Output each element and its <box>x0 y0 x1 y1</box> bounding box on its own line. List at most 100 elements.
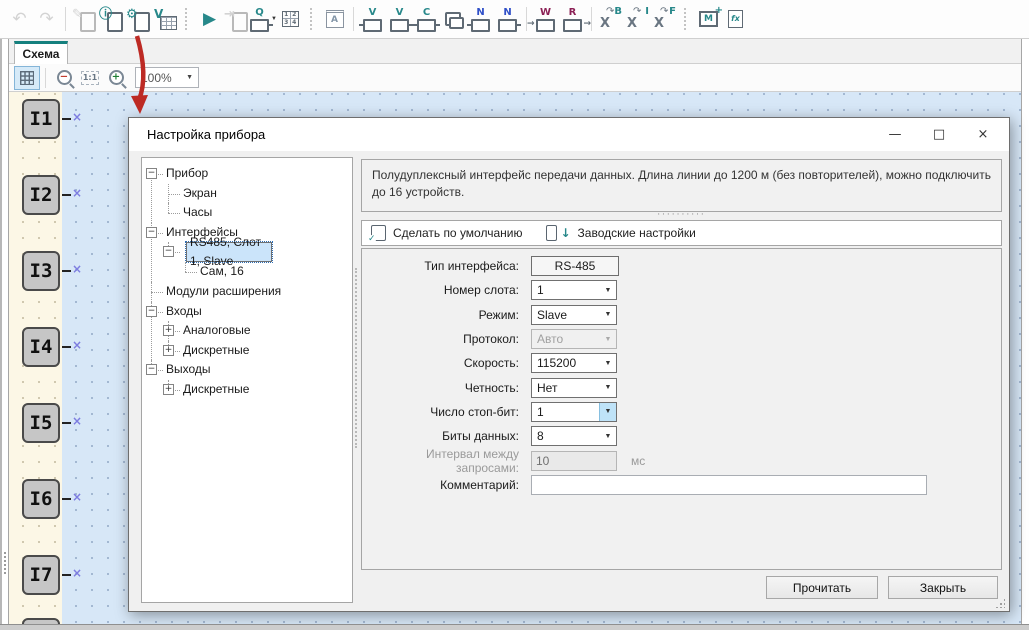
form-row-comment: Комментарий: <box>362 473 1001 497</box>
input-variable-n-icon[interactable]: N <box>467 6 494 33</box>
input-block-i7[interactable]: I7 × <box>22 555 102 599</box>
block-label: I7 <box>22 555 60 595</box>
tree-item-expansion-modules[interactable]: Модули расширения <box>163 283 284 299</box>
upload-to-device-icon: ⇥ <box>223 6 250 33</box>
minimize-button[interactable]: — <box>873 118 917 151</box>
interval-unit-label: мс <box>631 454 645 468</box>
tree-expand-toggle[interactable]: + <box>163 325 174 336</box>
zoom-in-button[interactable]: + <box>103 66 129 90</box>
speed-select[interactable]: 115200 ▼ <box>531 353 617 373</box>
tree-item-inputs[interactable]: Входы <box>163 303 205 319</box>
tree-expand-toggle[interactable]: − <box>146 168 157 179</box>
block-pin <box>62 346 71 348</box>
input-block-i6[interactable]: I6 × <box>22 479 102 523</box>
factory-settings-button[interactable]: ↓Заводские настройки <box>546 225 695 241</box>
slot-number-select[interactable]: 1 ▼ <box>531 280 617 300</box>
device-info-icon[interactable]: ⓘ <box>98 6 125 33</box>
read-variable-icon[interactable]: R <box>559 6 586 33</box>
block-label: I5 <box>22 403 60 443</box>
edit-device-icon: ✎ <box>71 6 98 33</box>
block-label: I4 <box>22 327 60 367</box>
interval-input <box>531 451 617 471</box>
block-pin <box>62 574 71 576</box>
constant-block-icon[interactable]: C <box>413 6 440 33</box>
resize-grip[interactable] <box>995 598 1005 608</box>
panel-splitter[interactable] <box>355 268 357 448</box>
panel-splitter-grip[interactable] <box>4 552 6 574</box>
tab-label: Схема <box>23 47 60 61</box>
tab-schema[interactable]: Схема <box>14 41 68 64</box>
output-block-q-icon[interactable]: Q▼ <box>250 6 277 33</box>
horizontal-splitter[interactable]: ·········· <box>361 212 1002 219</box>
output-variable-v-icon[interactable]: V <box>386 6 413 33</box>
tree-expand-toggle[interactable]: − <box>146 306 157 317</box>
toolbar-separator <box>65 7 66 31</box>
zoom-fit-button[interactable]: 1:1 <box>77 66 103 90</box>
input-block-i5[interactable]: I5 × <box>22 403 102 447</box>
input-block-i4[interactable]: I4 × <box>22 327 102 371</box>
set-default-button[interactable]: ✓Сделать по умолчанию <box>371 225 522 241</box>
tree-expand-toggle[interactable]: − <box>146 364 157 375</box>
write-variable-icon[interactable]: W <box>532 6 559 33</box>
zoom-level-value: 100% <box>141 71 172 85</box>
formula-editor-icon[interactable]: fx <box>722 6 749 33</box>
zoom-toolbar: − 1:1 + 100% ▼ <box>0 64 1029 92</box>
read-button[interactable]: Прочитать <box>766 576 878 599</box>
start-simulation-icon[interactable]: ▶ <box>196 6 223 33</box>
add-macro-icon[interactable]: M+ <box>695 6 722 33</box>
tree-expand-toggle[interactable]: − <box>163 246 174 257</box>
tree-item-discrete-outputs[interactable]: Дискретные <box>180 381 252 397</box>
tree-item-analog-inputs[interactable]: Аналоговые <box>180 322 254 338</box>
comment-input[interactable] <box>531 475 927 495</box>
dialog-titlebar[interactable]: Настройка прибора —□× <box>129 118 1009 151</box>
maximize-button[interactable]: □ <box>917 118 961 151</box>
data-bits-select[interactable]: 8 ▼ <box>531 426 617 446</box>
mode-select[interactable]: Slave ▼ <box>531 305 617 325</box>
output-variable-n-icon[interactable]: N <box>494 6 521 33</box>
tree-item-device[interactable]: Прибор <box>163 165 211 181</box>
tree-expand-toggle[interactable]: + <box>163 345 174 356</box>
tree-item-rs485-slot1-slave[interactable]: RS485, Слот 1, Slave <box>186 242 272 262</box>
tree-item-discrete-inputs[interactable]: Дискретные <box>180 342 252 358</box>
stop-bits-select[interactable]: 1 ▼ <box>531 402 617 422</box>
digit-display-block-icon[interactable]: 1234 <box>277 6 304 33</box>
tree-expand-toggle[interactable]: − <box>146 227 157 238</box>
device-settings-icon[interactable]: ⚙ <box>125 6 152 33</box>
grid-toggle-button[interactable] <box>14 66 40 90</box>
calendar-block-icon[interactable]: A <box>321 6 348 33</box>
slot-number-label: Номер слота: <box>362 283 525 297</box>
input-variable-v-icon[interactable]: V <box>359 6 386 33</box>
block-pin <box>62 118 71 120</box>
variable-table-icon[interactable]: V <box>152 6 179 33</box>
zoom-fit-icon: 1:1 <box>81 71 99 85</box>
input-block-i2[interactable]: I2 × <box>22 175 102 219</box>
zoom-level-combobox[interactable]: 100% ▼ <box>135 67 199 88</box>
parity-select[interactable]: Нет ▼ <box>531 378 617 398</box>
convert-to-float-icon[interactable]: X↷F <box>651 6 678 33</box>
selected-value: 115200 <box>532 356 576 370</box>
grid-icon <box>20 71 34 85</box>
tree-expand-toggle[interactable]: + <box>163 384 174 395</box>
convert-to-int-icon[interactable]: X↷I <box>624 6 651 33</box>
form-row-speed: Скорость: 115200 ▼ <box>362 351 1001 375</box>
block-pin <box>62 194 71 196</box>
tree-item-sam-16[interactable]: Сам, 16 <box>197 263 247 279</box>
block-label: I2 <box>22 175 60 215</box>
block-label: I1 <box>22 99 60 139</box>
block-label: I3 <box>22 251 60 291</box>
input-block-i1[interactable]: I1 × <box>22 99 102 143</box>
close-dialog-button[interactable]: Закрыть <box>888 576 998 599</box>
dropdown-arrow-icon: ▼ <box>599 403 616 421</box>
selected-value: 1 <box>532 405 544 419</box>
selected-value: 1 <box>532 283 544 297</box>
tree-item-outputs[interactable]: Выходы <box>163 361 214 377</box>
stack-block-icon[interactable] <box>440 6 467 33</box>
close-button[interactable]: × <box>961 118 1005 151</box>
tree-item-clock[interactable]: Часы <box>180 204 215 220</box>
tree-item-screen[interactable]: Экран <box>180 185 220 201</box>
convert-to-bool-icon[interactable]: X↷B <box>597 6 624 33</box>
zoom-out-button[interactable]: − <box>51 66 77 90</box>
speed-label: Скорость: <box>362 356 525 370</box>
input-block-i3[interactable]: I3 × <box>22 251 102 295</box>
dropdown-arrow-icon: ▼ <box>600 427 616 445</box>
